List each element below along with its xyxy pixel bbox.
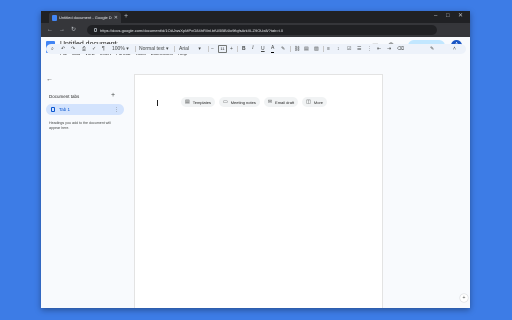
font-select[interactable]: Arial ▾ bbox=[179, 45, 201, 53]
divider bbox=[135, 46, 136, 52]
docs-favicon-icon bbox=[52, 14, 57, 21]
line-spacing-icon[interactable]: ↕ bbox=[337, 45, 340, 53]
divider bbox=[290, 46, 291, 52]
chevron-down-icon: ▾ bbox=[198, 46, 201, 52]
editing-mode-icon[interactable]: ✎ bbox=[430, 45, 434, 53]
font-value: Arial bbox=[179, 46, 190, 52]
redo-icon[interactable]: ↷ bbox=[71, 45, 75, 53]
paint-format-icon[interactable]: ¶ bbox=[102, 45, 105, 53]
email-draft-chip[interactable]: ✉ Email draft bbox=[263, 97, 299, 107]
url-field[interactable]: https://docs.google.com/document/d/1OAJw… bbox=[87, 25, 437, 35]
minimize-button[interactable]: – bbox=[434, 12, 437, 21]
increase-indent-icon[interactable]: ⇥ bbox=[387, 45, 391, 53]
divider bbox=[174, 46, 175, 52]
browser-tab-strip: Untitled document - Google Do ✕ + – □ ✕ bbox=[41, 11, 470, 23]
back-arrow-icon[interactable]: ← bbox=[46, 75, 53, 84]
reload-button[interactable]: ↻ bbox=[71, 26, 76, 34]
templates-icon: ▤ bbox=[185, 99, 190, 105]
clear-formatting-icon[interactable]: ⌫ bbox=[397, 45, 404, 53]
chevron-down-icon: ▾ bbox=[165, 46, 169, 52]
font-size-input[interactable]: 11 bbox=[218, 45, 227, 53]
sidebar-title: Document tabs bbox=[49, 94, 80, 99]
document-outline-sidebar: ← Document tabs + Tab 1 ⋮ Headings you a… bbox=[41, 75, 129, 308]
search-menus-icon[interactable]: ⌕ bbox=[51, 45, 54, 53]
comment-icon[interactable]: ▤ bbox=[304, 45, 309, 53]
divider bbox=[237, 46, 238, 52]
font-size-increase-icon[interactable]: + bbox=[230, 45, 233, 53]
maximize-button[interactable]: □ bbox=[446, 12, 450, 21]
divider bbox=[323, 46, 324, 52]
bulleted-list-icon[interactable]: ☰ bbox=[357, 45, 361, 53]
zoom-select[interactable]: 100% ▾ bbox=[112, 45, 129, 53]
formatting-toolbar: ⌕ ↶ ↷ ⎙ ✓ ¶ 100% ▾ Normal text ▾ Arial ▾… bbox=[46, 44, 466, 54]
sidebar-item-tab-1[interactable]: Tab 1 ⋮ bbox=[46, 104, 124, 115]
spellcheck-icon[interactable]: ✓ bbox=[92, 45, 96, 53]
chip-label: Meeting notes bbox=[230, 99, 256, 105]
print-icon[interactable]: ⎙ bbox=[82, 45, 86, 53]
smart-chips: ▤ Templates ▭ Meeting notes ✉ Email draf… bbox=[181, 97, 328, 107]
highlight-icon[interactable]: ✎ bbox=[281, 45, 285, 53]
templates-chip[interactable]: ▤ Templates bbox=[181, 97, 215, 107]
sidebar-item-label: Tab 1 bbox=[59, 107, 71, 112]
browser-window: Untitled document - Google Do ✕ + – □ ✕ … bbox=[41, 11, 470, 308]
meeting-notes-icon: ▭ bbox=[222, 99, 228, 105]
font-size-decrease-icon[interactable]: − bbox=[211, 45, 214, 53]
link-icon[interactable]: ⛓ bbox=[294, 45, 300, 53]
back-button[interactable]: ← bbox=[47, 26, 53, 34]
text-color-button[interactable]: A bbox=[271, 45, 275, 53]
document-page[interactable]: ▤ Templates ▭ Meeting notes ✉ Email draf… bbox=[135, 75, 382, 308]
window-close-button[interactable]: ✕ bbox=[458, 12, 463, 21]
more-chip[interactable]: ◫ More bbox=[302, 97, 328, 107]
browser-address-bar: ← → ↻ https://docs.google.com/document/d… bbox=[41, 23, 470, 37]
add-tab-button[interactable]: + bbox=[111, 92, 115, 100]
explore-icon[interactable]: + bbox=[460, 294, 468, 302]
text-cursor bbox=[157, 100, 158, 106]
checklist-icon[interactable]: ☑ bbox=[347, 45, 351, 53]
underline-button[interactable]: U bbox=[261, 45, 265, 53]
forward-button[interactable]: → bbox=[59, 26, 65, 34]
tab-close-icon[interactable]: ✕ bbox=[114, 15, 118, 21]
decrease-indent-icon[interactable]: ⇤ bbox=[377, 45, 381, 53]
bold-button[interactable]: B bbox=[242, 45, 246, 53]
chevron-down-icon: ▾ bbox=[126, 46, 129, 52]
image-icon[interactable]: ▨ bbox=[314, 45, 319, 53]
numbered-list-icon[interactable]: ⋮ bbox=[367, 45, 372, 53]
style-value: Normal text bbox=[139, 46, 165, 52]
lock-icon bbox=[94, 28, 97, 32]
browser-tab-title: Untitled document - Google Do bbox=[59, 15, 112, 20]
undo-icon[interactable]: ↶ bbox=[61, 45, 65, 53]
url-text: https://docs.google.com/document/d/1OAJw… bbox=[100, 27, 284, 33]
italic-button[interactable]: I bbox=[252, 45, 254, 53]
align-icon[interactable]: ≡ bbox=[327, 45, 330, 53]
meeting-notes-chip[interactable]: ▭ Meeting notes bbox=[218, 97, 260, 107]
vertical-scrollbar[interactable] bbox=[460, 75, 466, 308]
browser-tab[interactable]: Untitled document - Google Do ✕ bbox=[49, 12, 121, 23]
chip-label: Email draft bbox=[275, 99, 295, 105]
divider bbox=[208, 46, 209, 52]
chip-label: More bbox=[313, 99, 324, 105]
more-options-icon[interactable]: ⋮ bbox=[114, 107, 119, 113]
collapse-menus-icon[interactable]: ˄ bbox=[453, 45, 456, 53]
chip-label: Templates bbox=[192, 99, 211, 105]
more-icon: ◫ bbox=[306, 99, 311, 105]
email-icon: ✉ bbox=[267, 99, 273, 105]
new-tab-button[interactable]: + bbox=[124, 13, 128, 21]
style-select[interactable]: Normal text ▾ bbox=[139, 45, 168, 53]
tab-icon bbox=[51, 107, 55, 112]
zoom-value: 100% bbox=[112, 46, 125, 52]
sidebar-hint: Headings you add to the document will ap… bbox=[49, 121, 111, 130]
